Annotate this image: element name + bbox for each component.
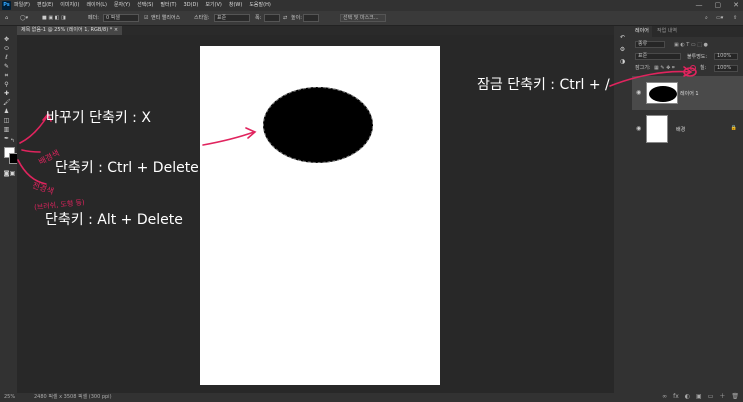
link-layers-icon[interactable]: ∞ [662,392,667,402]
height-label: 높이: [291,15,302,21]
feather-label: 페더: [88,15,99,21]
screen-mode-icon[interactable]: ▣ [9,170,16,177]
fill-foreground-shortcut-note: 단축키 : Alt + Delete [45,212,183,228]
swap-shortcut-note: 바꾸기 단축키 : X [46,110,151,126]
swap-dimensions-icon[interactable]: ⇄ [283,14,287,22]
document-tab-title: 제목 없음-1 @ 25% (레이어 1, RGB/8) * [21,27,113,33]
document-tab-close-icon[interactable]: × [114,27,118,33]
opacity-input[interactable]: 100% [714,53,738,60]
blend-mode-select[interactable]: 표준 [635,53,681,60]
move-tool-icon[interactable]: ✥ [3,36,10,43]
gradient-tool-icon[interactable]: ▥ [3,126,10,133]
layer-row-layer1[interactable]: ◉ 레이어 1 [632,76,743,110]
menu-view[interactable]: 보기(V) [205,0,222,11]
share-icon[interactable]: ⇪ [733,14,737,22]
visibility-eye-icon[interactable]: ◉ [636,89,641,96]
lock-label: 잠그기: [635,65,651,71]
menu-select[interactable]: 선택(S) [137,0,153,11]
tools-panel: ✥ ⬭ ℓ ✎ ⌗ ⚲ ✚ 🖌 ♟ ◫ ▥ ✒ T ↰ ◙ ▣ [0,26,20,393]
eraser-tool-icon[interactable]: ◫ [3,117,10,124]
menu-window[interactable]: 창(W) [229,0,242,11]
status-bar: 25% 2480 픽셀 x 3508 픽셀 (300 ppi) [0,393,614,402]
menu-image[interactable]: 이미지(I) [60,0,79,11]
crop-tool-icon[interactable]: ⌗ [3,72,10,79]
layer-effects-icon[interactable]: fx [673,392,679,402]
width-label: 폭: [255,15,262,21]
menu-file[interactable]: 파일(F) [14,0,30,11]
adjustment-layer-icon[interactable]: ◐ [685,392,690,402]
document-info: 2480 픽셀 x 3508 픽셀 (300 ppi) [34,394,112,400]
lock-icon: 🔒 [730,125,737,131]
delete-layer-icon[interactable]: 🗑 [731,392,739,402]
adjustments-panel-icon[interactable]: ◑ [619,58,626,65]
window-controls: — ▢ ✕ [696,0,740,11]
layers-panel: 레이어 작업 내역 종류 ▣ ◐ T ▭ ⬚ ● 표준 불투명도: 100% 잠… [632,26,743,402]
selection-mode-icons[interactable]: ■ ▣ ◧ ◨ [42,14,66,22]
document-tab[interactable]: 제목 없음-1 @ 25% (레이어 1, RGB/8) * × [17,26,123,35]
layers-panel-footer: ∞ fx ◐ ▣ ▭ ＋ 🗑 [632,392,743,402]
maximize-button[interactable]: ▢ [715,0,722,11]
menu-type[interactable]: 문자(Y) [114,0,130,11]
zoom-level[interactable]: 25% [4,393,15,402]
minimize-button[interactable]: — [696,0,703,11]
options-bar: ⌂ ◯▾ ■ ▣ ◧ ◨ 페더: 0 픽셀 ☑ 앤티 앨리어스 스타일: 표준 … [0,11,743,26]
style-label: 스타일: [194,15,210,21]
swap-colors-icon[interactable]: ↰ [9,138,16,145]
search-icon[interactable]: ⌕ [705,14,708,22]
select-and-mask-button[interactable]: 선택 및 마스크... [340,14,386,22]
menu-layer[interactable]: 레이어(L) [86,0,107,11]
close-window-button[interactable]: ✕ [733,0,739,11]
marquee-tool-icon[interactable]: ⬭ [3,45,10,52]
background-layer-name[interactable]: 배경 [676,126,685,133]
opacity-label: 불투명도: [687,54,708,60]
lock-all-icon[interactable] [690,65,696,71]
photoshop-logo[interactable]: Ps [2,1,11,10]
fill-background-shortcut-note: 단축키 : Ctrl + Delete [55,160,199,176]
layer-mask-icon[interactable]: ▣ [696,392,702,402]
width-input[interactable] [264,14,280,22]
fill-input[interactable]: 100% [714,65,738,72]
panel-icon-strip: ↶ ⚙ ◑ [614,26,633,402]
tab-history[interactable]: 작업 내역 [654,26,680,37]
layer-kind-filter[interactable]: 종류 [635,41,665,48]
document-tab-bar: 제목 없음-1 @ 25% (레이어 1, RGB/8) * × [17,26,614,35]
height-input[interactable] [303,14,319,22]
home-icon[interactable]: ⌂ [5,14,8,22]
menu-items: 파일(F) 편집(E) 이미지(I) 레이어(L) 문자(Y) 선택(S) 필터… [14,0,271,11]
eyedropper-tool-icon[interactable]: ⚲ [3,81,10,88]
menu-3d[interactable]: 3D(D) [184,0,199,11]
history-panel-icon[interactable]: ↶ [619,34,626,41]
healing-brush-tool-icon[interactable]: ✚ [3,90,10,97]
new-layer-icon[interactable]: ＋ [719,392,725,402]
stamp-tool-icon[interactable]: ♟ [3,108,10,115]
quick-selection-tool-icon[interactable]: ✎ [3,63,10,70]
menu-edit[interactable]: 편집(E) [37,0,53,11]
feather-input[interactable]: 0 픽셀 [103,14,139,22]
antialias-checkbox[interactable]: ☑ [144,14,148,22]
menu-filter[interactable]: 필터(T) [160,0,176,11]
style-select[interactable]: 표준 [214,14,250,22]
workspace-icon[interactable]: ▭▾ [716,14,723,22]
lock-shortcut-note: 잠금 단축키 : Ctrl + / [477,77,610,93]
elliptical-marquee-preset-icon[interactable]: ◯▾ [20,14,28,22]
properties-panel-icon[interactable]: ⚙ [619,46,626,53]
lock-option-icons[interactable]: ▦ ✎ ✥ ⌗ [654,64,675,72]
layer1-name[interactable]: 레이어 1 [680,90,699,97]
layer1-thumbnail [646,82,678,104]
antialias-label: 앤티 앨리어스 [151,15,181,21]
ellipse-shape[interactable] [263,87,373,163]
background-thumbnail [646,115,668,143]
visibility-eye-icon[interactable]: ◉ [636,125,641,132]
menu-help[interactable]: 도움말(H) [249,0,270,11]
layer-filter-icons[interactable]: ▣ ◐ T ▭ ⬚ ● [674,41,708,49]
tab-layers[interactable]: 레이어 [632,26,652,37]
new-group-icon[interactable]: ▭ [708,392,714,402]
layers-panel-tabs: 레이어 작업 내역 [632,26,743,37]
layer-row-background[interactable]: ◉ 배경 🔒 [632,112,743,146]
brush-tool-icon[interactable]: 🖌 [3,99,11,106]
fill-label: 칠: [700,65,707,71]
menu-bar: Ps 파일(F) 편집(E) 이미지(I) 레이어(L) 문자(Y) 선택(S)… [0,0,743,11]
lasso-tool-icon[interactable]: ℓ [3,54,10,61]
